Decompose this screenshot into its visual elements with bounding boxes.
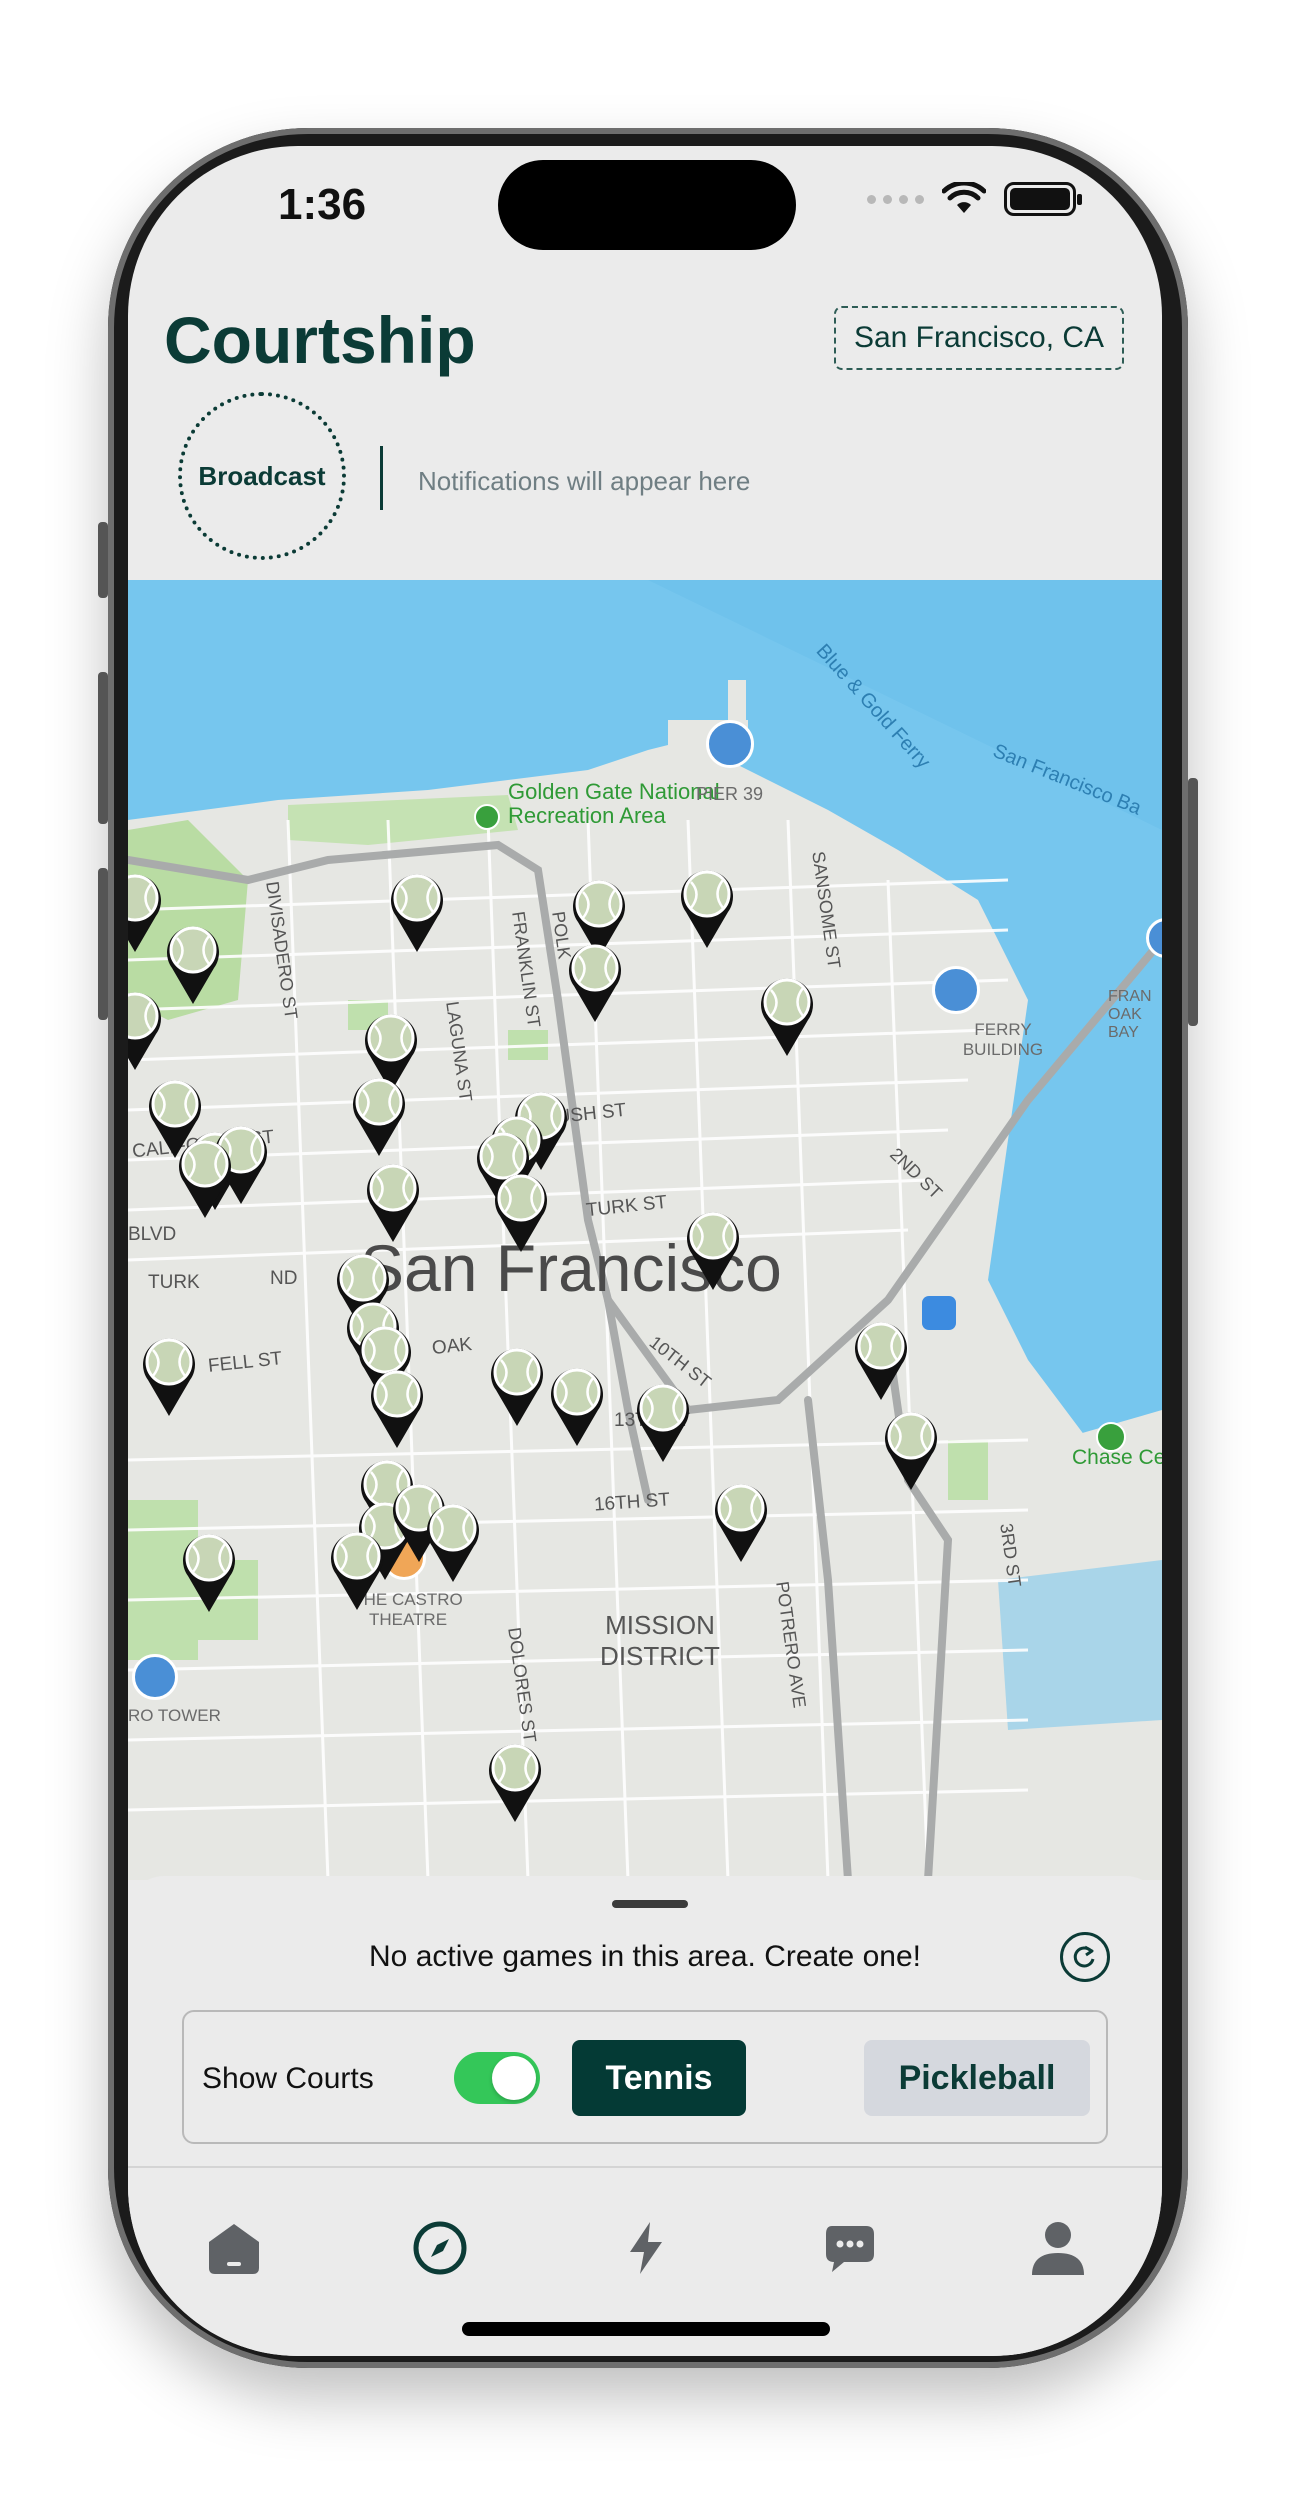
court-pin[interactable] xyxy=(566,940,624,1024)
court-pin[interactable] xyxy=(486,1740,544,1824)
compass-icon xyxy=(413,2221,467,2275)
court-pin[interactable] xyxy=(852,1318,910,1402)
location-button[interactable]: San Francisco, CA xyxy=(834,306,1124,370)
side-button xyxy=(98,868,108,1020)
status-time: 1:36 xyxy=(278,180,367,229)
dynamic-island xyxy=(498,160,796,250)
refresh-icon xyxy=(1073,1945,1095,1968)
court-pin[interactable] xyxy=(488,1344,546,1428)
home-indicator xyxy=(462,2322,830,2336)
side-button xyxy=(98,672,108,824)
court-pin[interactable] xyxy=(128,870,164,954)
tab-home[interactable] xyxy=(198,2212,270,2284)
court-pin[interactable] xyxy=(634,1380,692,1464)
profile-icon xyxy=(1032,2222,1084,2275)
side-button xyxy=(1188,778,1198,1026)
court-pin[interactable] xyxy=(350,1074,408,1158)
map-poi-label: MISSION DISTRICT xyxy=(600,1610,720,1671)
empty-games-message: No active games in this area. Create one… xyxy=(369,1940,921,1973)
map-poi-label: Golden Gate National Recreation Area xyxy=(508,779,720,828)
tower-icon[interactable] xyxy=(132,1654,178,1700)
court-pin[interactable] xyxy=(758,974,816,1058)
show-courts-label: Show Courts xyxy=(202,2062,374,2095)
court-pin[interactable] xyxy=(388,870,446,954)
map-street-label: BLVD xyxy=(128,1224,177,1245)
map-poi-label: RO TOWER xyxy=(128,1706,221,1725)
stadium-icon[interactable] xyxy=(706,720,754,768)
app-title: Courtship xyxy=(164,303,476,377)
map-view[interactable]: San Francisco Golden Gate National Recre… xyxy=(128,580,1162,1880)
transit-icon[interactable] xyxy=(922,1296,956,1330)
court-filter-panel: Show Courts Tennis Pickleball xyxy=(182,2010,1108,2144)
side-button xyxy=(98,522,108,598)
court-pin[interactable] xyxy=(176,1136,234,1220)
court-pin[interactable] xyxy=(492,1170,550,1254)
park-icon xyxy=(474,804,500,830)
map-street-label: OAK xyxy=(430,1333,474,1360)
stadium-icon[interactable] xyxy=(1096,1422,1126,1452)
tab-chat[interactable] xyxy=(816,2212,888,2284)
court-pin[interactable] xyxy=(548,1364,606,1448)
map-street-label: ND xyxy=(270,1268,298,1289)
court-pin[interactable] xyxy=(368,1366,426,1450)
court-pin[interactable] xyxy=(882,1408,940,1492)
battery-icon xyxy=(1004,182,1082,216)
tab-explore[interactable] xyxy=(404,2212,476,2284)
court-pin[interactable] xyxy=(684,1208,742,1292)
map-poi-label: PIER 39 xyxy=(696,784,764,804)
court-pin[interactable] xyxy=(128,988,164,1072)
sheet-grabber[interactable] xyxy=(612,1900,688,1908)
court-pin[interactable] xyxy=(328,1528,386,1612)
show-courts-toggle[interactable] xyxy=(454,2052,540,2104)
signal-icon xyxy=(867,194,924,204)
broadcast-button[interactable]: Broadcast xyxy=(178,392,346,560)
court-pin[interactable] xyxy=(140,1334,198,1418)
court-pin[interactable] xyxy=(180,1530,238,1614)
map-poi-label: FRAN OAK BAY xyxy=(1108,988,1152,1041)
tennis-button[interactable]: Tennis xyxy=(572,2040,746,2116)
court-pin[interactable] xyxy=(712,1480,770,1564)
map-street-label: TURK xyxy=(148,1272,200,1293)
ferry-building-icon[interactable] xyxy=(932,966,980,1014)
map-poi-label: FERRY BUILDING xyxy=(962,1020,1044,1059)
court-pin[interactable] xyxy=(424,1500,482,1584)
bolt-icon xyxy=(630,2222,662,2274)
divider xyxy=(380,446,383,510)
court-pin[interactable] xyxy=(678,866,736,950)
chat-icon xyxy=(826,2226,874,2272)
tab-activity[interactable] xyxy=(610,2212,682,2284)
refresh-button[interactable] xyxy=(1060,1932,1110,1982)
bottom-sheet: No active games in this area. Create one… xyxy=(128,1876,1162,2166)
court-pin[interactable] xyxy=(164,922,222,1006)
status-icons xyxy=(867,182,1082,216)
home-icon xyxy=(209,2224,259,2274)
pickleball-button[interactable]: Pickleball xyxy=(864,2040,1090,2116)
court-pin[interactable] xyxy=(364,1160,422,1244)
screen: 1:36 Courtship San Francisco, CA Broadca… xyxy=(128,146,1162,2356)
notifications-placeholder: Notifications will appear here xyxy=(418,466,751,496)
tab-profile[interactable] xyxy=(1022,2212,1094,2284)
wifi-icon xyxy=(942,182,986,213)
